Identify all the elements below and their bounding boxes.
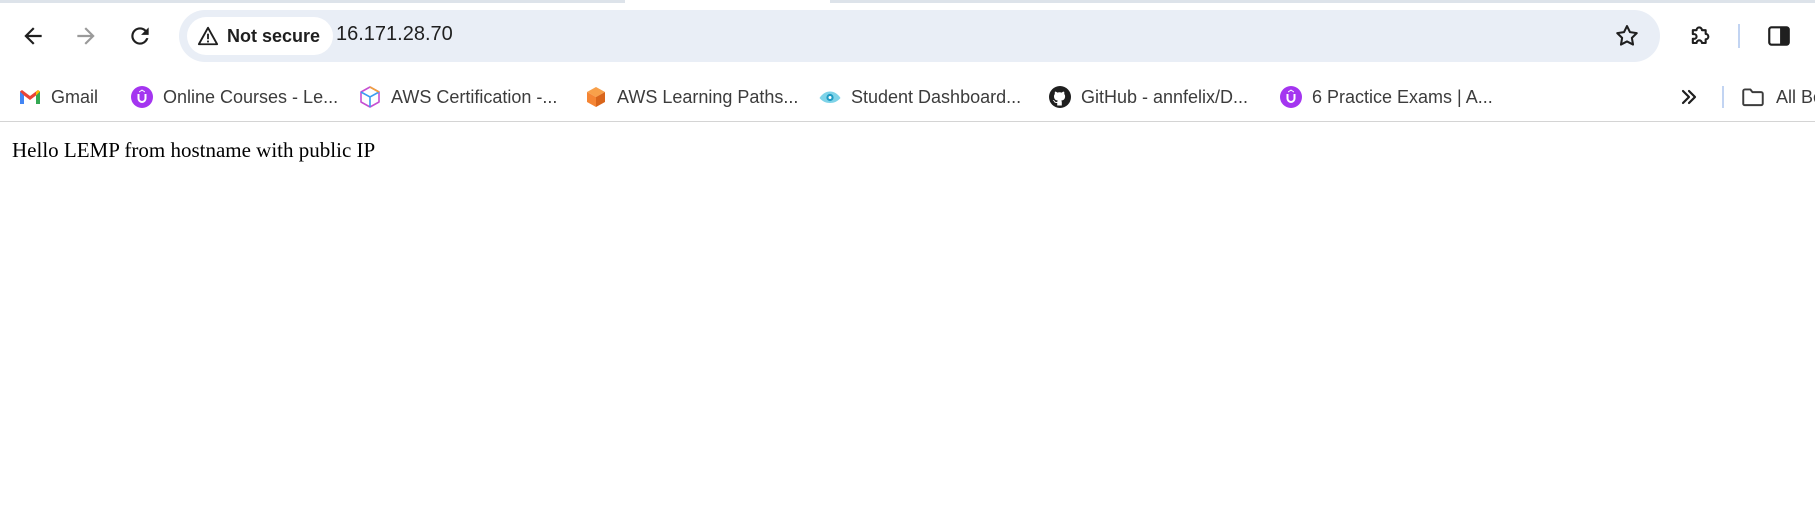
bookmarks-overflow-button[interactable] bbox=[1672, 80, 1706, 114]
bookmark-aws-certification[interactable]: AWS Certification -... bbox=[352, 81, 563, 113]
warning-triangle-icon bbox=[197, 26, 219, 46]
side-panel-icon bbox=[1768, 26, 1790, 46]
arrow-right-icon bbox=[77, 27, 95, 45]
reload-button[interactable] bbox=[118, 14, 162, 58]
double-chevron-right-icon bbox=[1681, 89, 1697, 105]
tab-strip-edge bbox=[0, 0, 625, 3]
bookmark-label: Student Dashboard... bbox=[851, 86, 1022, 107]
bookmarks-bar: Gmail Online Courses - Le... AWS Certifi… bbox=[0, 74, 1815, 122]
browser-toolbar: Not secure 16.171.28.70 bbox=[0, 0, 1815, 74]
tab-strip-edge bbox=[830, 0, 1815, 3]
bookmark-gmail[interactable]: Gmail bbox=[12, 81, 104, 113]
puzzle-icon bbox=[1691, 26, 1710, 45]
back-button[interactable] bbox=[11, 14, 55, 58]
bookmark-student-dashboard[interactable]: Student Dashboard... bbox=[812, 81, 1027, 113]
gmail-icon bbox=[18, 85, 42, 109]
toolbar-divider bbox=[1738, 24, 1740, 48]
page-body-text: Hello LEMP from hostname with public IP bbox=[12, 138, 376, 162]
bookmark-practice-exams[interactable]: 6 Practice Exams | A... bbox=[1273, 81, 1499, 113]
bookmark-label: GitHub - annfelix/D... bbox=[1081, 86, 1249, 107]
security-label: Not secure bbox=[227, 25, 321, 46]
all-bookmarks-button[interactable]: All Bookmarks bbox=[1740, 81, 1815, 113]
bookmark-github[interactable]: GitHub - annfelix/D... bbox=[1042, 81, 1254, 113]
bookmark-star-button[interactable] bbox=[1608, 17, 1646, 55]
reload-icon bbox=[131, 27, 149, 45]
bookmark-aws-learning-paths[interactable]: AWS Learning Paths... bbox=[578, 81, 804, 113]
side-panel-button[interactable] bbox=[1757, 14, 1801, 58]
extensions-button[interactable] bbox=[1679, 14, 1723, 58]
bookmarks-divider bbox=[1722, 86, 1724, 108]
all-bookmarks-label: All Bookmarks bbox=[1776, 86, 1815, 107]
page-content: Hello LEMP from hostname with public IP bbox=[0, 123, 1815, 519]
site-security-chip[interactable]: Not secure bbox=[187, 17, 334, 55]
bookmark-label: AWS Learning Paths... bbox=[617, 86, 799, 107]
eye-icon bbox=[818, 85, 842, 109]
bookmark-label: 6 Practice Exams | A... bbox=[1312, 86, 1493, 107]
browser-window: Not secure 16.171.28.70 Gmail Online Cou… bbox=[0, 0, 1815, 519]
arrow-left-icon bbox=[24, 27, 42, 45]
bookmark-label: Gmail bbox=[51, 86, 99, 107]
udemy-icon bbox=[1279, 85, 1303, 109]
udemy-icon bbox=[130, 85, 154, 109]
github-icon bbox=[1048, 85, 1072, 109]
bookmark-online-courses[interactable]: Online Courses - Le... bbox=[124, 81, 344, 113]
orange-cube-icon bbox=[584, 85, 608, 109]
address-bar[interactable]: Not secure 16.171.28.70 bbox=[179, 10, 1660, 62]
forward-button[interactable] bbox=[64, 14, 108, 58]
bookmark-label: AWS Certification -... bbox=[391, 86, 558, 107]
aws-cube-icon bbox=[358, 85, 382, 109]
star-icon bbox=[1616, 25, 1638, 46]
url-text[interactable]: 16.171.28.70 bbox=[336, 23, 453, 46]
folder-icon bbox=[1742, 88, 1764, 107]
bookmark-label: Online Courses - Le... bbox=[163, 86, 339, 107]
